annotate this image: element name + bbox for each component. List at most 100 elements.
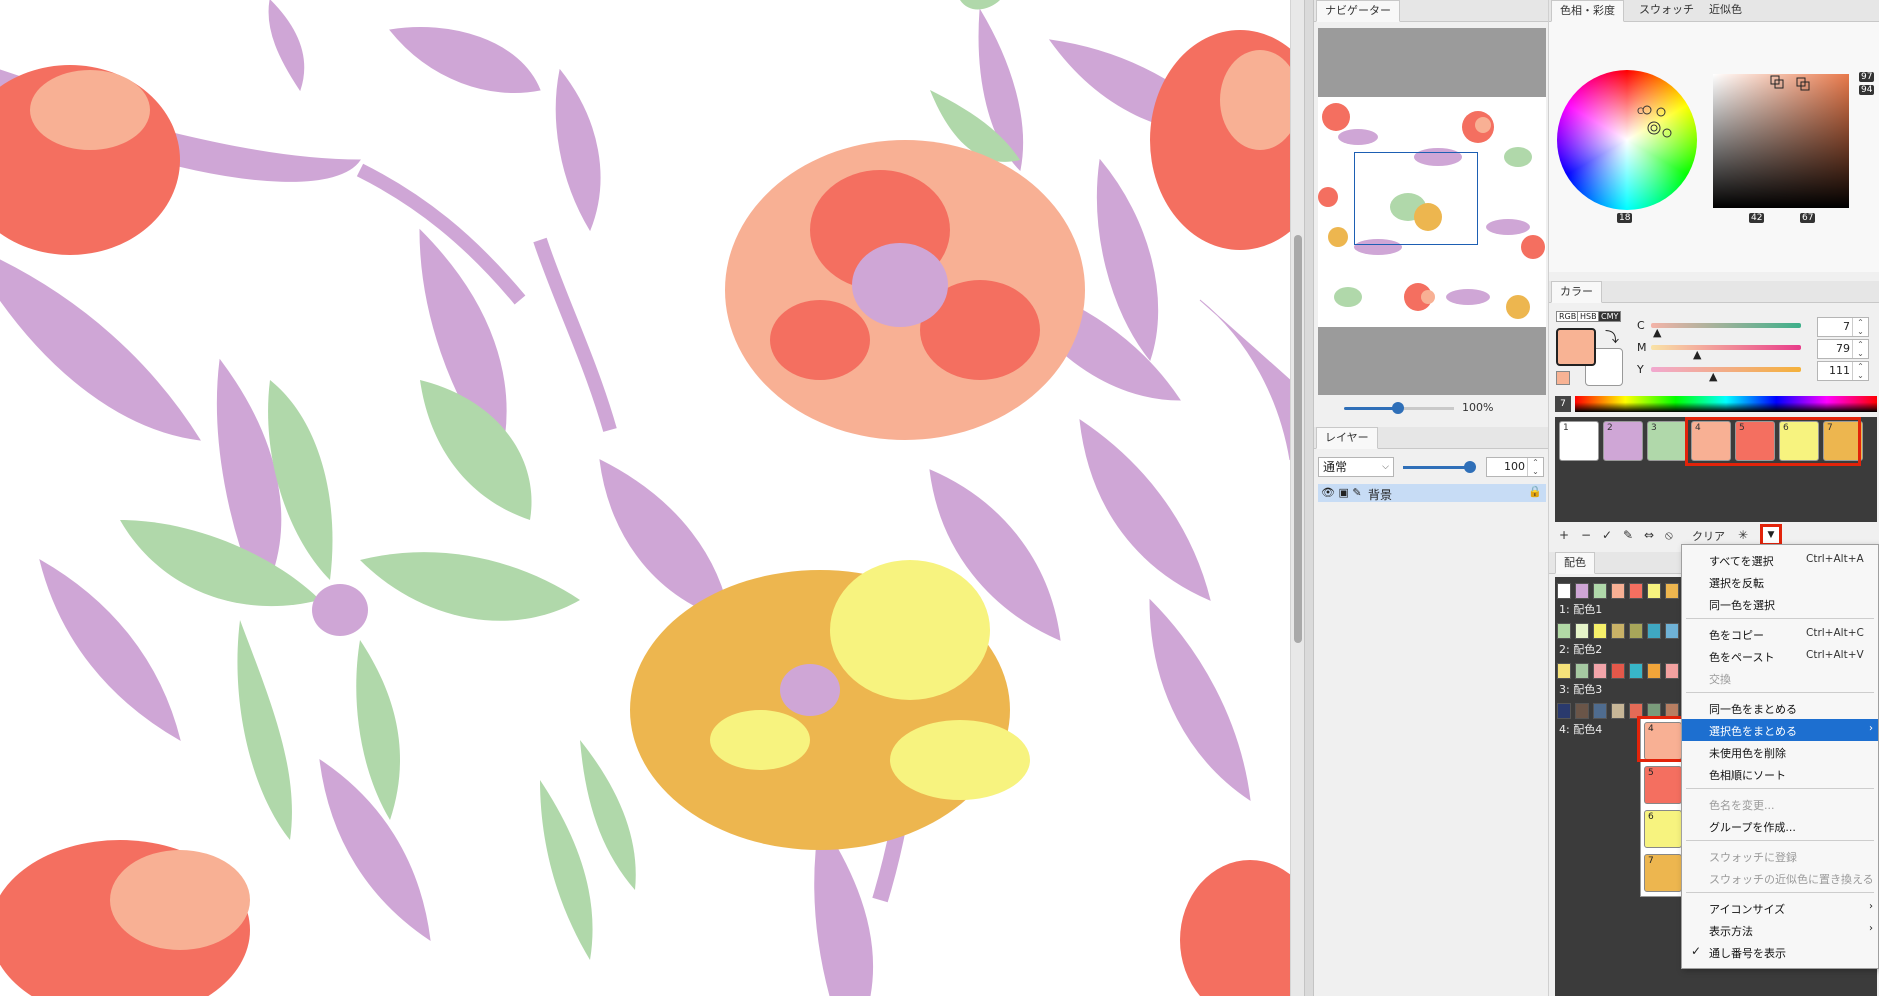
menu-item-show-serial[interactable]: ✓ 通し番号を表示	[1682, 941, 1878, 963]
spectrum-gradient[interactable]	[1575, 396, 1877, 412]
harmony-chip[interactable]	[1647, 583, 1661, 599]
harmony-chip[interactable]	[1593, 583, 1607, 599]
menu-item-invert-selection[interactable]: 選択を反転	[1682, 571, 1878, 593]
harmony-chip[interactable]	[1665, 583, 1679, 599]
menu-item-select-all[interactable]: すべてを選択 Ctrl+Alt+A	[1682, 549, 1878, 571]
zoom-slider-knob[interactable]	[1392, 402, 1404, 414]
menu-item-replace-near: スウォッチの近似色に置き換える	[1682, 867, 1878, 889]
hue-wheel[interactable]: C	[1557, 70, 1697, 210]
remove-icon[interactable]: −	[1581, 528, 1591, 542]
tab-approx-color[interactable]: 近似色	[1701, 0, 1750, 22]
add-icon[interactable]: +	[1559, 528, 1569, 542]
canvas-vertical-scrollbar[interactable]	[1290, 0, 1304, 996]
harmony-chip[interactable]	[1575, 703, 1589, 719]
slider-m-track[interactable]	[1651, 345, 1801, 350]
harmony-chip[interactable]	[1629, 623, 1643, 639]
harmony-chip[interactable]	[1611, 663, 1625, 679]
harmony-chip[interactable]	[1647, 663, 1661, 679]
harmony-chip[interactable]	[1593, 703, 1607, 719]
harmony-chip[interactable]	[1557, 703, 1571, 719]
menu-item-icon-size[interactable]: アイコンサイズ ›	[1682, 897, 1878, 919]
layer-opacity-slider[interactable]	[1403, 466, 1469, 469]
slider-c-thumb[interactable]: ▲	[1653, 327, 1661, 338]
swap-colors-icon[interactable]: ⤵	[1605, 327, 1619, 347]
harmony-chip[interactable]	[1611, 583, 1625, 599]
menu-item-merge-same[interactable]: 同一色をまとめる	[1682, 697, 1878, 719]
slider-c-track[interactable]	[1651, 323, 1801, 328]
slider-m-thumb[interactable]: ▲	[1693, 349, 1701, 360]
star-icon[interactable]: ✳	[1738, 528, 1748, 542]
harmony-chip[interactable]	[1665, 663, 1679, 679]
harmony-chip[interactable]	[1611, 623, 1625, 639]
pencil-icon[interactable]: ✎	[1623, 528, 1633, 542]
spin-arrows-icon[interactable]: ⌃ ⌄	[1527, 458, 1543, 476]
navigator-view[interactable]	[1318, 28, 1546, 395]
saturation-value-square[interactable]	[1713, 74, 1849, 208]
slider-y-track[interactable]	[1651, 367, 1801, 372]
tab-harmony[interactable]: 配色	[1555, 552, 1595, 574]
mode-cmy-button[interactable]: CMY	[1598, 311, 1622, 322]
slider-m-input[interactable]: 79 ⌃ ⌄	[1817, 339, 1869, 359]
menu-item-select-same[interactable]: 同一色を選択	[1682, 593, 1878, 615]
harmony-chip[interactable]	[1593, 663, 1607, 679]
harmony-chip[interactable]	[1575, 663, 1589, 679]
palette-swatch[interactable]: 2	[1603, 421, 1643, 461]
blend-mode-select[interactable]: 通常 ⌵	[1318, 457, 1394, 477]
popout-swatch[interactable]: 6	[1644, 810, 1682, 848]
layer-opacity-input[interactable]: 100 ⌃ ⌄	[1486, 457, 1544, 477]
palette-swatch[interactable]: 1	[1559, 421, 1599, 461]
clear-button[interactable]: クリア	[1692, 528, 1725, 544]
harmony-chip[interactable]	[1629, 663, 1643, 679]
palette-menu-button[interactable]: ▼	[1760, 524, 1782, 546]
tab-layer[interactable]: レイヤー	[1316, 427, 1378, 449]
drawing-canvas[interactable]	[0, 0, 1290, 996]
prohibit-icon[interactable]: ⦸	[1665, 528, 1673, 543]
check-icon[interactable]: ✓	[1602, 528, 1612, 542]
scrollbar-thumb[interactable]	[1294, 235, 1302, 643]
tab-navigator[interactable]: ナビゲーター	[1316, 0, 1400, 22]
spin-arrows-icon[interactable]: ⌃ ⌄	[1852, 362, 1868, 380]
navigator-viewport-frame[interactable]	[1354, 152, 1478, 245]
slider-c-input[interactable]: 7 ⌃ ⌄	[1817, 317, 1869, 337]
layer-visibility-icons[interactable]: 👁 ▣ ✎	[1321, 486, 1362, 499]
transparent-color-swatch[interactable]	[1556, 371, 1570, 385]
harmony-chip[interactable]	[1557, 583, 1571, 599]
layer-row[interactable]: 👁 ▣ ✎ 背景 🔒	[1318, 484, 1546, 502]
menu-item-delete-unused[interactable]: 未使用色を削除	[1682, 741, 1878, 763]
harmony-chip[interactable]	[1629, 583, 1643, 599]
lock-icon[interactable]: 🔒	[1528, 485, 1542, 498]
harmony-chip[interactable]	[1593, 623, 1607, 639]
popout-swatch[interactable]: 7	[1644, 854, 1682, 892]
color-spectrum-bar[interactable]: 7	[1555, 396, 1877, 412]
menu-item-merge-selected[interactable]: 選択色をまとめる ›	[1682, 719, 1878, 741]
swap-icon[interactable]: ⇔	[1644, 528, 1654, 542]
panel-divider[interactable]	[1304, 0, 1314, 996]
menu-item-display-mode[interactable]: 表示方法 ›	[1682, 919, 1878, 941]
harmony-chip[interactable]	[1575, 583, 1589, 599]
harmony-chip[interactable]	[1557, 623, 1571, 639]
popout-swatch[interactable]: 5	[1644, 766, 1682, 804]
hue-value: 18	[1617, 213, 1633, 223]
harmony-chip[interactable]	[1575, 623, 1589, 639]
main-color-swatch[interactable]	[1556, 328, 1596, 366]
tab-color[interactable]: カラー	[1551, 281, 1602, 303]
slider-y-input[interactable]: 111 ⌃ ⌄	[1817, 361, 1869, 381]
mode-hsb-button[interactable]: HSB	[1577, 311, 1600, 322]
harmony-chip[interactable]	[1665, 623, 1679, 639]
harmony-chips	[1557, 663, 1692, 679]
menu-item-make-group[interactable]: グループを作成...	[1682, 815, 1878, 837]
menu-item-paste-color[interactable]: 色をペースト Ctrl+Alt+V	[1682, 645, 1878, 667]
spin-arrows-icon[interactable]: ⌃ ⌄	[1852, 318, 1868, 336]
tab-swatch[interactable]: スウォッチ	[1631, 0, 1702, 22]
slider-y-thumb[interactable]: ▲	[1709, 371, 1717, 382]
harmony-chip[interactable]	[1611, 703, 1625, 719]
spin-arrows-icon[interactable]: ⌃ ⌄	[1852, 340, 1868, 358]
mode-rgb-button[interactable]: RGB	[1556, 311, 1580, 322]
harmony-chip[interactable]	[1647, 623, 1661, 639]
layer-opacity-knob[interactable]	[1464, 461, 1476, 473]
tab-hue-saturation[interactable]: 色相・彩度	[1551, 0, 1624, 22]
menu-item-sort-hue[interactable]: 色相順にソート	[1682, 763, 1878, 785]
menu-item-copy-color[interactable]: 色をコピー Ctrl+Alt+C	[1682, 623, 1878, 645]
harmony-chip[interactable]	[1557, 663, 1571, 679]
palette-swatch[interactable]: 3	[1647, 421, 1687, 461]
